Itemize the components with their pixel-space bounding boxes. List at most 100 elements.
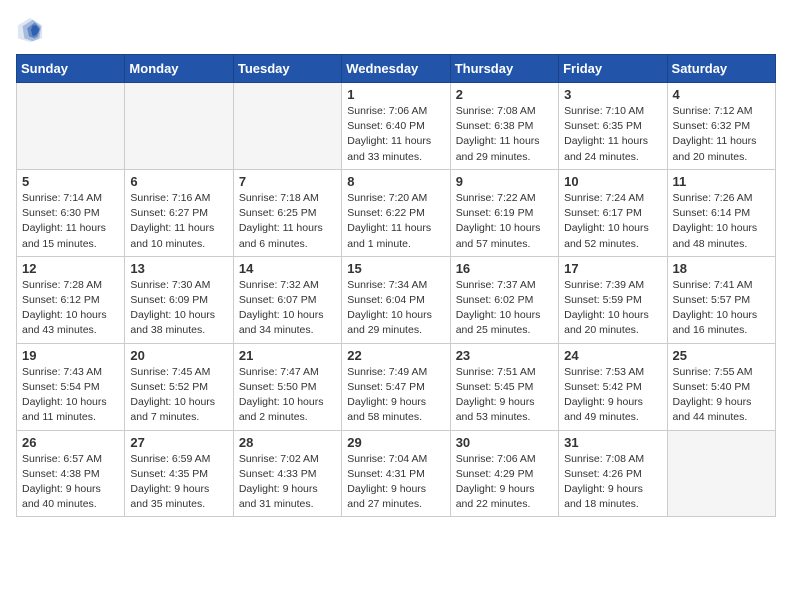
day-info: Sunrise: 7:51 AM Sunset: 5:45 PM Dayligh… xyxy=(456,365,553,426)
weekday-header-monday: Monday xyxy=(125,55,233,83)
calendar-cell: 16Sunrise: 7:37 AM Sunset: 6:02 PM Dayli… xyxy=(450,256,558,343)
day-number: 31 xyxy=(564,435,661,450)
calendar-cell: 17 Sunrise: 7:39 AM Sunset: 5:59 PM Dayli… xyxy=(559,256,667,343)
day-number: 23 xyxy=(456,348,553,363)
calendar-cell: 2 Sunrise: 7:08 AM Sunset: 6:38 PM Daylig… xyxy=(450,83,558,170)
calendar-cell: 31 Sunrise: 7:08 AM Sunset: 4:26 PM Dayli… xyxy=(559,430,667,517)
weekday-header-sunday: Sunday xyxy=(17,55,125,83)
weekday-header-tuesday: Tuesday xyxy=(233,55,341,83)
day-number: 4 xyxy=(673,87,770,102)
day-info: Sunrise: 7:41 AM Sunset: 5:57 PM Dayligh… xyxy=(673,278,770,339)
calendar-cell: 25 Sunrise: 7:55 AM Sunset: 5:40 PM Dayli… xyxy=(667,343,775,430)
weekday-header-thursday: Thursday xyxy=(450,55,558,83)
calendar-cell: 14 Sunrise: 7:32 AM Sunset: 6:07 PM Dayli… xyxy=(233,256,341,343)
calendar-week-row: 1 Sunrise: 7:06 AM Sunset: 6:40 PM Daylig… xyxy=(17,83,776,170)
day-info: Sunrise: 7:55 AM Sunset: 5:40 PM Dayligh… xyxy=(673,365,770,426)
calendar-cell: 22Sunrise: 7:49 AM Sunset: 5:47 PM Dayli… xyxy=(342,343,450,430)
day-number: 21 xyxy=(239,348,336,363)
day-info: Sunrise: 7:16 AM Sunset: 6:27 PM Dayligh… xyxy=(130,191,227,252)
page-header xyxy=(16,16,776,44)
calendar-cell: 5Sunrise: 7:14 AM Sunset: 6:30 PM Daylig… xyxy=(17,169,125,256)
calendar-cell: 27 Sunrise: 6:59 AM Sunset: 4:35 PM Dayli… xyxy=(125,430,233,517)
day-info: Sunrise: 7:24 AM Sunset: 6:17 PM Dayligh… xyxy=(564,191,661,252)
calendar-week-row: 19Sunrise: 7:43 AM Sunset: 5:54 PM Dayli… xyxy=(17,343,776,430)
day-info: Sunrise: 7:06 AM Sunset: 6:40 PM Dayligh… xyxy=(347,104,444,165)
day-info: Sunrise: 7:18 AM Sunset: 6:25 PM Dayligh… xyxy=(239,191,336,252)
day-info: Sunrise: 7:39 AM Sunset: 5:59 PM Dayligh… xyxy=(564,278,661,339)
day-number: 2 xyxy=(456,87,553,102)
calendar-cell: 1 Sunrise: 7:06 AM Sunset: 6:40 PM Daylig… xyxy=(342,83,450,170)
calendar-cell: 11Sunrise: 7:26 AM Sunset: 6:14 PM Dayli… xyxy=(667,169,775,256)
calendar-cell: 20 Sunrise: 7:45 AM Sunset: 5:52 PM Dayli… xyxy=(125,343,233,430)
calendar-cell: 18Sunrise: 7:41 AM Sunset: 5:57 PM Dayli… xyxy=(667,256,775,343)
weekday-header-wednesday: Wednesday xyxy=(342,55,450,83)
calendar-cell: 8Sunrise: 7:20 AM Sunset: 6:22 PM Daylig… xyxy=(342,169,450,256)
day-number: 27 xyxy=(130,435,227,450)
day-info: Sunrise: 7:04 AM Sunset: 4:31 PM Dayligh… xyxy=(347,452,444,513)
calendar-cell: 13 Sunrise: 7:30 AM Sunset: 6:09 PM Dayli… xyxy=(125,256,233,343)
calendar-week-row: 26 Sunrise: 6:57 AM Sunset: 4:38 PM Dayli… xyxy=(17,430,776,517)
day-number: 20 xyxy=(130,348,227,363)
day-info: Sunrise: 7:34 AM Sunset: 6:04 PM Dayligh… xyxy=(347,278,444,339)
day-number: 8 xyxy=(347,174,444,189)
day-info: Sunrise: 7:53 AM Sunset: 5:42 PM Dayligh… xyxy=(564,365,661,426)
calendar-cell: 9Sunrise: 7:22 AM Sunset: 6:19 PM Daylig… xyxy=(450,169,558,256)
day-number: 13 xyxy=(130,261,227,276)
day-info: Sunrise: 7:43 AM Sunset: 5:54 PM Dayligh… xyxy=(22,365,119,426)
day-number: 29 xyxy=(347,435,444,450)
day-number: 14 xyxy=(239,261,336,276)
day-number: 26 xyxy=(22,435,119,450)
day-info: Sunrise: 7:47 AM Sunset: 5:50 PM Dayligh… xyxy=(239,365,336,426)
calendar-cell: 24 Sunrise: 7:53 AM Sunset: 5:42 PM Dayli… xyxy=(559,343,667,430)
day-info: Sunrise: 7:28 AM Sunset: 6:12 PM Dayligh… xyxy=(22,278,119,339)
day-info: Sunrise: 7:32 AM Sunset: 6:07 PM Dayligh… xyxy=(239,278,336,339)
weekday-header-friday: Friday xyxy=(559,55,667,83)
day-info: Sunrise: 7:10 AM Sunset: 6:35 PM Dayligh… xyxy=(564,104,661,165)
day-number: 1 xyxy=(347,87,444,102)
calendar-cell: 3 Sunrise: 7:10 AM Sunset: 6:35 PM Daylig… xyxy=(559,83,667,170)
page-container: SundayMondayTuesdayWednesdayThursdayFrid… xyxy=(0,0,792,525)
calendar-cell xyxy=(125,83,233,170)
weekday-header-row: SundayMondayTuesdayWednesdayThursdayFrid… xyxy=(17,55,776,83)
calendar-cell xyxy=(17,83,125,170)
calendar-week-row: 5Sunrise: 7:14 AM Sunset: 6:30 PM Daylig… xyxy=(17,169,776,256)
day-number: 22 xyxy=(347,348,444,363)
calendar-cell: 30 Sunrise: 7:06 AM Sunset: 4:29 PM Dayli… xyxy=(450,430,558,517)
day-number: 10 xyxy=(564,174,661,189)
day-info: Sunrise: 7:30 AM Sunset: 6:09 PM Dayligh… xyxy=(130,278,227,339)
calendar-cell: 28 Sunrise: 7:02 AM Sunset: 4:33 PM Dayli… xyxy=(233,430,341,517)
day-info: Sunrise: 7:02 AM Sunset: 4:33 PM Dayligh… xyxy=(239,452,336,513)
calendar-week-row: 12Sunrise: 7:28 AM Sunset: 6:12 PM Dayli… xyxy=(17,256,776,343)
day-number: 3 xyxy=(564,87,661,102)
day-info: Sunrise: 6:59 AM Sunset: 4:35 PM Dayligh… xyxy=(130,452,227,513)
logo xyxy=(16,16,46,44)
day-number: 25 xyxy=(673,348,770,363)
day-number: 28 xyxy=(239,435,336,450)
calendar-table: SundayMondayTuesdayWednesdayThursdayFrid… xyxy=(16,54,776,517)
calendar-cell: 6 Sunrise: 7:16 AM Sunset: 6:27 PM Daylig… xyxy=(125,169,233,256)
calendar-cell: 7 Sunrise: 7:18 AM Sunset: 6:25 PM Daylig… xyxy=(233,169,341,256)
calendar-cell: 23 Sunrise: 7:51 AM Sunset: 5:45 PM Dayli… xyxy=(450,343,558,430)
day-number: 30 xyxy=(456,435,553,450)
day-number: 17 xyxy=(564,261,661,276)
calendar-cell: 26 Sunrise: 6:57 AM Sunset: 4:38 PM Dayli… xyxy=(17,430,125,517)
day-number: 24 xyxy=(564,348,661,363)
calendar-cell xyxy=(667,430,775,517)
day-info: Sunrise: 7:45 AM Sunset: 5:52 PM Dayligh… xyxy=(130,365,227,426)
day-info: Sunrise: 7:06 AM Sunset: 4:29 PM Dayligh… xyxy=(456,452,553,513)
day-info: Sunrise: 7:08 AM Sunset: 6:38 PM Dayligh… xyxy=(456,104,553,165)
day-info: Sunrise: 7:12 AM Sunset: 6:32 PM Dayligh… xyxy=(673,104,770,165)
calendar-cell: 4 Sunrise: 7:12 AM Sunset: 6:32 PM Daylig… xyxy=(667,83,775,170)
day-number: 7 xyxy=(239,174,336,189)
calendar-cell: 10 Sunrise: 7:24 AM Sunset: 6:17 PM Dayli… xyxy=(559,169,667,256)
day-number: 15 xyxy=(347,261,444,276)
calendar-cell xyxy=(233,83,341,170)
day-info: Sunrise: 7:26 AM Sunset: 6:14 PM Dayligh… xyxy=(673,191,770,252)
day-number: 9 xyxy=(456,174,553,189)
weekday-header-saturday: Saturday xyxy=(667,55,775,83)
day-info: Sunrise: 7:37 AM Sunset: 6:02 PM Dayligh… xyxy=(456,278,553,339)
day-info: Sunrise: 6:57 AM Sunset: 4:38 PM Dayligh… xyxy=(22,452,119,513)
day-info: Sunrise: 7:08 AM Sunset: 4:26 PM Dayligh… xyxy=(564,452,661,513)
day-number: 6 xyxy=(130,174,227,189)
day-info: Sunrise: 7:14 AM Sunset: 6:30 PM Dayligh… xyxy=(22,191,119,252)
